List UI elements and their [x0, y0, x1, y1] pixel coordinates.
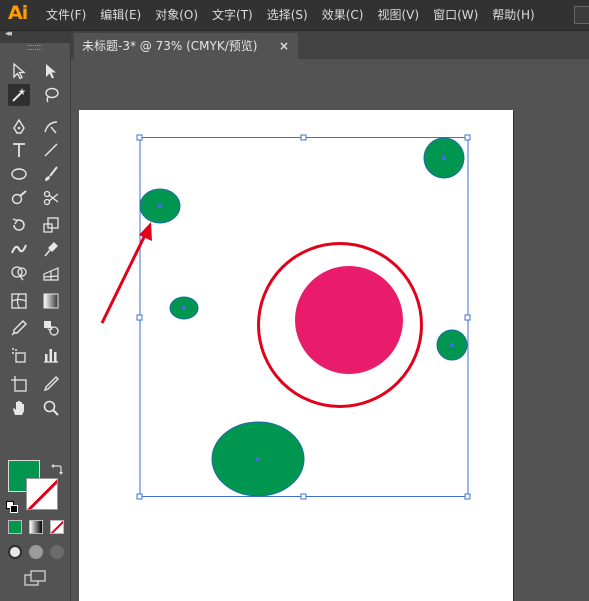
blend-tool-icon[interactable]	[40, 317, 62, 339]
handle-bottom-right[interactable]	[464, 493, 471, 500]
hand-tool-icon[interactable]	[8, 397, 30, 419]
artwork-layer	[100, 134, 471, 500]
collapse-icon[interactable]: ◂◂	[5, 29, 12, 39]
scale-tool-icon[interactable]	[40, 214, 62, 236]
document-tab-title: 未标题-3* @ 73% (CMYK/预览)	[82, 39, 258, 53]
document-tab[interactable]: 未标题-3* @ 73% (CMYK/预览) ×	[74, 33, 298, 59]
menu-window[interactable]: 窗口(W)	[433, 0, 486, 30]
mesh-tool-icon[interactable]	[8, 290, 30, 312]
none-mode-button[interactable]	[50, 520, 64, 534]
center-point	[442, 156, 446, 160]
draw-behind-icon[interactable]	[29, 545, 43, 559]
handle-bottom-center[interactable]	[300, 493, 307, 500]
symbol-sprayer-tool-icon[interactable]	[8, 344, 30, 366]
menu-type[interactable]: 文字(T)	[212, 0, 261, 30]
shaper-tool-icon[interactable]	[8, 187, 30, 209]
screen-mode-icon[interactable]	[24, 570, 46, 586]
line-segment-tool-icon[interactable]	[40, 139, 62, 161]
curvature-tool-icon[interactable]	[40, 116, 62, 138]
gradient-tool-icon[interactable]	[40, 290, 62, 312]
tools-panel-header[interactable]: ◂◂	[0, 29, 70, 43]
magenta-circle[interactable]	[295, 266, 403, 374]
menu-file[interactable]: 文件(F)	[46, 0, 94, 30]
close-tab-icon[interactable]: ×	[279, 33, 289, 59]
menu-edit[interactable]: 编辑(E)	[100, 0, 149, 30]
rotate-tool-icon[interactable]	[8, 214, 30, 236]
handle-middle-left[interactable]	[136, 314, 143, 321]
column-graph-tool-icon[interactable]	[40, 344, 62, 366]
puppet-warp-tool-icon[interactable]	[40, 238, 62, 260]
menu-view[interactable]: 视图(V)	[377, 0, 427, 30]
menu-help[interactable]: 帮助(H)	[492, 0, 542, 30]
default-colors-icon[interactable]	[6, 498, 18, 513]
draw-normal-icon[interactable]	[8, 545, 22, 559]
handle-top-right[interactable]	[464, 134, 471, 141]
panel-grip[interactable]	[28, 45, 42, 50]
handle-top-center[interactable]	[300, 134, 307, 141]
handle-top-left[interactable]	[136, 134, 143, 141]
swap-fill-stroke-icon[interactable]	[51, 460, 63, 475]
handle-middle-right[interactable]	[464, 314, 471, 321]
center-point	[182, 306, 186, 310]
pen-tool-icon[interactable]	[8, 116, 30, 138]
document-tab-bar: 未标题-3* @ 73% (CMYK/预览) ×	[71, 31, 589, 59]
center-point	[158, 204, 162, 208]
app-logo: Ai	[8, 2, 28, 24]
stroke-color-swatch[interactable]	[26, 478, 58, 510]
menu-effect[interactable]: 效果(C)	[322, 0, 372, 30]
workspace-switcher[interactable]	[574, 6, 589, 24]
slice-tool-icon[interactable]	[40, 373, 62, 395]
width-tool-icon[interactable]	[8, 238, 30, 260]
canvas-area[interactable]	[71, 59, 589, 601]
magic-wand-tool-icon[interactable]	[8, 84, 30, 106]
menu-bar: Ai 文件(F) 编辑(E) 对象(O) 文字(T) 选择(S) 效果(C) 视…	[0, 0, 589, 31]
scissors-tool-icon[interactable]	[40, 187, 62, 209]
type-tool-icon[interactable]	[8, 139, 30, 161]
handle-bottom-left[interactable]	[136, 493, 143, 500]
eyedropper-tool-icon[interactable]	[8, 317, 30, 339]
shape-builder-tool-icon[interactable]	[8, 262, 30, 284]
menu-select[interactable]: 选择(S)	[267, 0, 316, 30]
artboard-tool-icon[interactable]	[8, 373, 30, 395]
selection-tool-icon[interactable]	[8, 60, 30, 82]
paintbrush-tool-icon[interactable]	[40, 163, 62, 185]
menu-object[interactable]: 对象(O)	[155, 0, 206, 30]
menu-items: 文件(F) 编辑(E) 对象(O) 文字(T) 选择(S) 效果(C) 视图(V…	[46, 0, 549, 30]
annotation-arrow	[100, 222, 152, 324]
lasso-tool-icon[interactable]	[40, 84, 62, 106]
color-mode-button[interactable]	[8, 520, 22, 534]
zoom-tool-icon[interactable]	[40, 397, 62, 419]
direct-selection-tool-icon[interactable]	[40, 60, 62, 82]
gradient-mode-button[interactable]	[29, 520, 43, 534]
tools-panel: ◂◂	[0, 29, 71, 601]
center-point	[256, 457, 260, 461]
perspective-grid-tool-icon[interactable]	[40, 262, 62, 284]
draw-inside-icon[interactable]	[50, 545, 64, 559]
ellipse-tool-icon[interactable]	[8, 163, 30, 185]
center-point	[450, 343, 454, 347]
